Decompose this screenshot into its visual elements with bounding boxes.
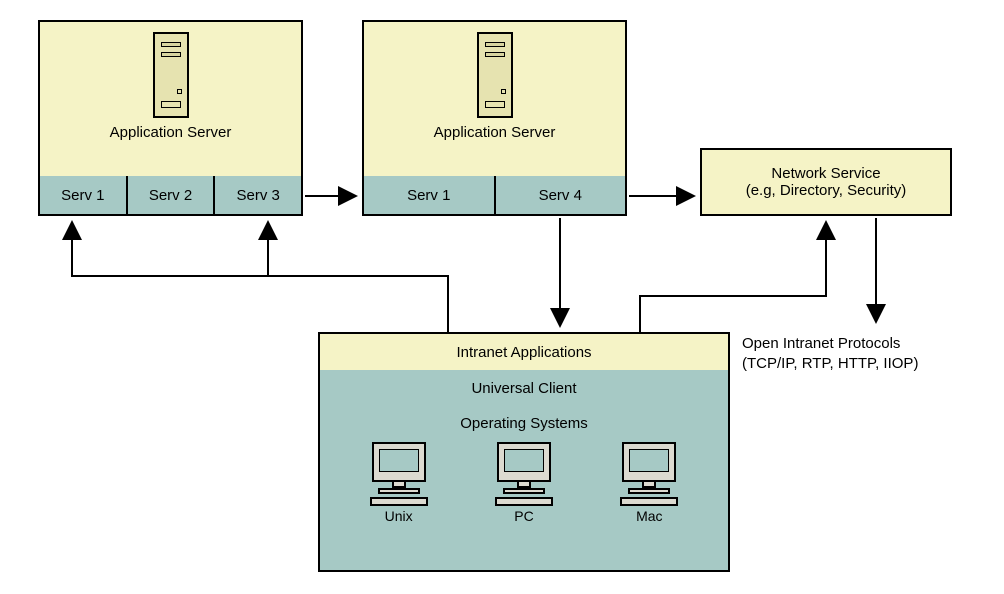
monitor-icon	[364, 442, 434, 506]
universal-client-label: Universal Client	[471, 380, 576, 397]
monitor-icon	[614, 442, 684, 506]
network-service: Network Service (e.g, Directory, Securit…	[700, 148, 952, 216]
app-server-1-services: Serv 1 Serv 2 Serv 3	[38, 176, 303, 216]
server-tower-icon	[477, 32, 513, 118]
operating-systems-label: Operating Systems	[320, 408, 728, 442]
app-server-2-services: Serv 1 Serv 4	[362, 176, 627, 216]
server-tower-icon	[153, 32, 189, 118]
network-service-subtitle: (e.g, Directory, Security)	[702, 182, 950, 199]
universal-client: Universal Client	[318, 370, 730, 410]
operating-systems: Operating Systems Unix PC Mac	[318, 408, 730, 572]
service-label: Serv 4	[539, 187, 582, 204]
service-label: Serv 1	[407, 187, 450, 204]
intranet-apps-label: Intranet Applications	[456, 344, 591, 361]
monitor-icon	[489, 442, 559, 506]
protocols-line1: Open Intranet Protocols	[742, 334, 992, 354]
app-server-2-title: Application Server	[364, 124, 625, 141]
service-label: Serv 3	[237, 187, 280, 204]
service-label: Serv 2	[149, 187, 192, 204]
os-label: Unix	[336, 508, 461, 524]
intranet-applications: Intranet Applications	[318, 332, 730, 372]
service-label: Serv 1	[61, 187, 104, 204]
network-service-title: Network Service	[702, 165, 950, 182]
protocols-line2: (TCP/IP, RTP, HTTP, IIOP)	[742, 354, 992, 374]
app-server-2: Application Server	[362, 20, 627, 178]
protocols-note: Open Intranet Protocols (TCP/IP, RTP, HT…	[742, 334, 992, 375]
os-label: PC	[461, 508, 586, 524]
app-server-1-title: Application Server	[40, 124, 301, 141]
app-server-1: Application Server	[38, 20, 303, 178]
os-label: Mac	[587, 508, 712, 524]
